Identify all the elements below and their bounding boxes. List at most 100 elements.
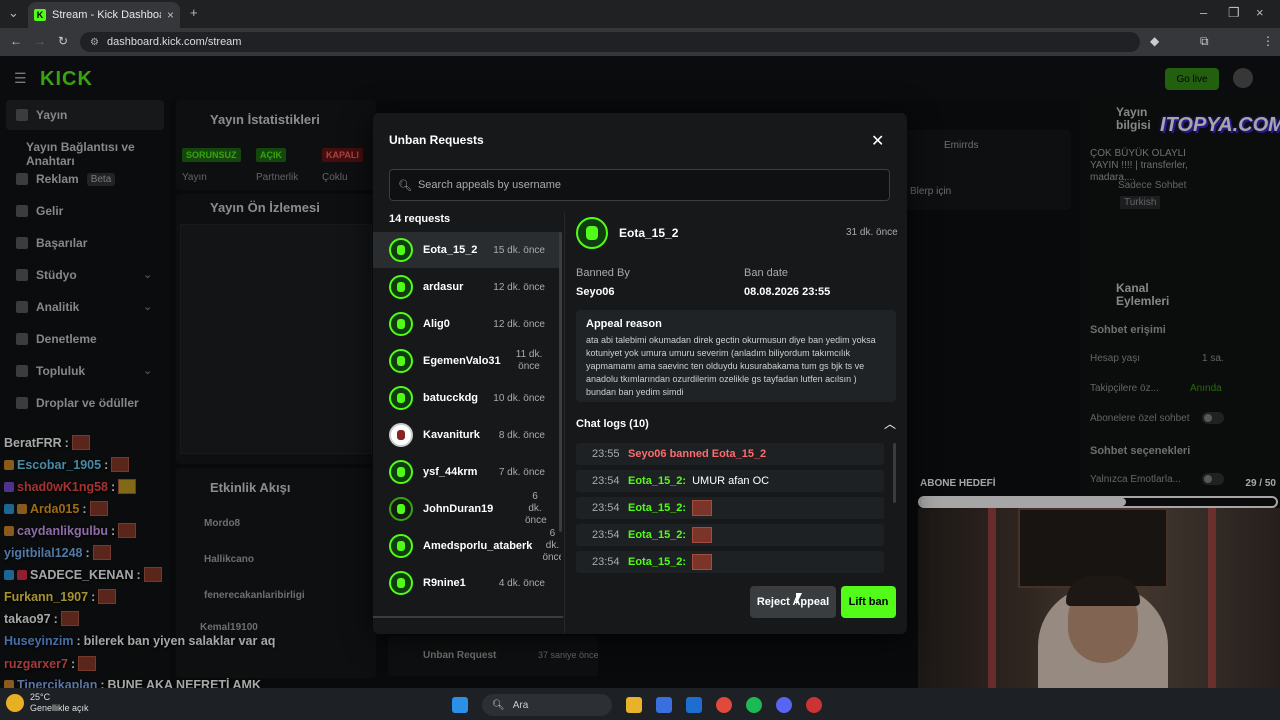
spotify-icon[interactable]: [746, 697, 762, 713]
store-icon[interactable]: [656, 697, 672, 713]
appeal-reason-title: Appeal reason: [586, 318, 662, 330]
ban-date-value: 08.08.2026 23:55: [744, 286, 831, 298]
detail-username[interactable]: Eota_15_2: [619, 226, 678, 240]
avatar: [389, 275, 413, 299]
mouse-cursor-icon: [796, 593, 802, 605]
chat-log-row: 23:54 Eota_15_2:: [576, 551, 884, 573]
request-username: Amedsporlu_ataberk: [423, 540, 533, 552]
request-item[interactable]: EgemenValo31 11 dk. önce: [373, 343, 561, 379]
minimize-icon[interactable]: –: [1200, 5, 1207, 20]
search-icon: 🔍︎: [492, 699, 505, 711]
request-list-scrollbar[interactable]: [559, 232, 562, 532]
appeal-search-box[interactable]: 🔍︎: [389, 169, 890, 201]
request-item[interactable]: JohnDuran19 6 dk. önce: [373, 491, 561, 527]
avatar: [389, 423, 413, 447]
request-time: 10 dk. önce: [493, 392, 545, 404]
log-user: Eota_15_2:: [628, 475, 687, 487]
reload-icon[interactable]: ↻: [58, 34, 68, 48]
new-tab-icon[interactable]: +: [190, 5, 198, 20]
omnibox[interactable]: ⚙ dashboard.kick.com/stream: [80, 32, 1140, 52]
app-icon[interactable]: [806, 697, 822, 713]
avatar: [389, 497, 413, 521]
close-icon[interactable]: ✕: [871, 131, 884, 151]
request-item[interactable]: Alig0 12 dk. önce: [373, 306, 561, 342]
request-item[interactable]: Eota_15_2 15 dk. önce: [373, 232, 561, 268]
appeal-search-input[interactable]: [417, 179, 878, 191]
search-icon: 🔍︎: [398, 179, 412, 192]
request-time: 4 dk. önce: [498, 577, 545, 589]
mail-icon[interactable]: [686, 697, 702, 713]
chat-log-row: 23:54 Eota_15_2:: [576, 497, 884, 519]
kick-favicon-icon: K: [34, 9, 46, 21]
request-username: batucckdg: [423, 392, 479, 404]
log-time: 23:55: [592, 448, 620, 460]
weather-widget[interactable]: 25°C Genellikle açık: [6, 692, 89, 714]
request-item[interactable]: R9nine1 4 dk. önce: [373, 565, 561, 601]
log-time: 23:54: [592, 502, 620, 514]
banned-by-label: Banned By: [576, 267, 630, 279]
request-username: ardasur: [423, 281, 464, 293]
extensions-puzzle-icon[interactable]: ⧉: [1200, 34, 1209, 49]
chat-log-row: 23:55 Seyo06 banned Eota_15_2: [576, 443, 884, 465]
appeal-reason-box: Appeal reason ata abi talebimi okumadan …: [576, 310, 896, 402]
discord-icon[interactable]: [776, 697, 792, 713]
chevron-up-icon[interactable]: ︿: [884, 415, 896, 432]
avatar: [389, 238, 413, 262]
lift-ban-button[interactable]: Lift ban: [841, 586, 896, 618]
tab-search-icon[interactable]: ⌄: [8, 5, 19, 21]
chat-log-row: 23:54 Eota_15_2: UMUR afan OC: [576, 470, 884, 492]
close-window-icon[interactable]: ×: [1256, 5, 1264, 20]
log-ban-text: Seyo06 banned Eota_15_2: [628, 448, 767, 460]
request-item[interactable]: Amedsporlu_ataberk 6 dk. önce: [373, 528, 561, 564]
reject-appeal-button[interactable]: Reject Appeal: [750, 586, 836, 618]
extension-icon[interactable]: ◆: [1150, 34, 1159, 48]
browser-tabbar: ⌄ K Stream - Kick Dashboard × + – ❐ ×: [0, 0, 1280, 28]
file-explorer-icon[interactable]: [626, 697, 642, 713]
modal-title: Unban Requests: [389, 133, 484, 147]
request-username: R9nine1: [423, 577, 466, 589]
chat-logs-title: Chat logs (10): [576, 418, 649, 430]
windows-start-icon[interactable]: [452, 697, 468, 713]
browser-tab[interactable]: K Stream - Kick Dashboard ×: [28, 2, 180, 28]
avatar: [576, 217, 608, 249]
site-info-icon[interactable]: ⚙: [90, 37, 99, 48]
request-username: JohnDuran19: [423, 503, 494, 515]
request-item[interactable]: ardasur 12 dk. önce: [373, 269, 561, 305]
weather-sun-icon: [6, 694, 24, 712]
emote-icon: [692, 527, 713, 543]
log-text: UMUR afan OC: [692, 475, 770, 487]
back-icon[interactable]: ←: [10, 34, 22, 48]
chrome-menu-icon[interactable]: ⋮: [1262, 34, 1274, 48]
log-time: 23:54: [592, 529, 620, 541]
log-time: 23:54: [592, 556, 620, 568]
tab-close-icon[interactable]: ×: [167, 8, 174, 22]
request-item[interactable]: batucckdg 10 dk. önce: [373, 380, 561, 416]
request-time: 15 dk. önce: [493, 244, 545, 256]
log-time: 23:54: [592, 475, 620, 487]
maximize-icon[interactable]: ❐: [1228, 5, 1240, 21]
emote-icon: [692, 500, 713, 516]
request-item[interactable]: ysf_44krm 7 dk. önce: [373, 454, 561, 490]
log-user: Eota_15_2:: [628, 556, 687, 568]
log-user: Eota_15_2:: [628, 502, 687, 514]
avatar: [389, 571, 413, 595]
ban-date-label: Ban date: [744, 267, 789, 279]
request-time: 12 dk. önce: [493, 281, 545, 293]
chat-logs-scrollbar[interactable]: [893, 443, 896, 503]
divider: [564, 213, 565, 633]
chrome-icon[interactable]: [716, 697, 732, 713]
avatar: [389, 312, 413, 336]
avatar: [389, 460, 413, 484]
taskbar-search[interactable]: 🔍︎ Ara: [482, 694, 612, 716]
request-username: EgemenValo31: [423, 355, 501, 367]
request-username: Kavaniturk: [423, 429, 480, 441]
log-user: Eota_15_2:: [628, 529, 687, 541]
request-username: Eota_15_2: [423, 244, 478, 256]
list-h-scrollbar[interactable]: [373, 616, 563, 618]
request-item[interactable]: Kavaniturk 8 dk. önce: [373, 417, 561, 453]
avatar: [389, 349, 413, 373]
forward-icon[interactable]: →: [34, 34, 46, 48]
tab-title: Stream - Kick Dashboard: [52, 9, 161, 21]
avatar: [389, 386, 413, 410]
request-time: 12 dk. önce: [493, 318, 545, 330]
